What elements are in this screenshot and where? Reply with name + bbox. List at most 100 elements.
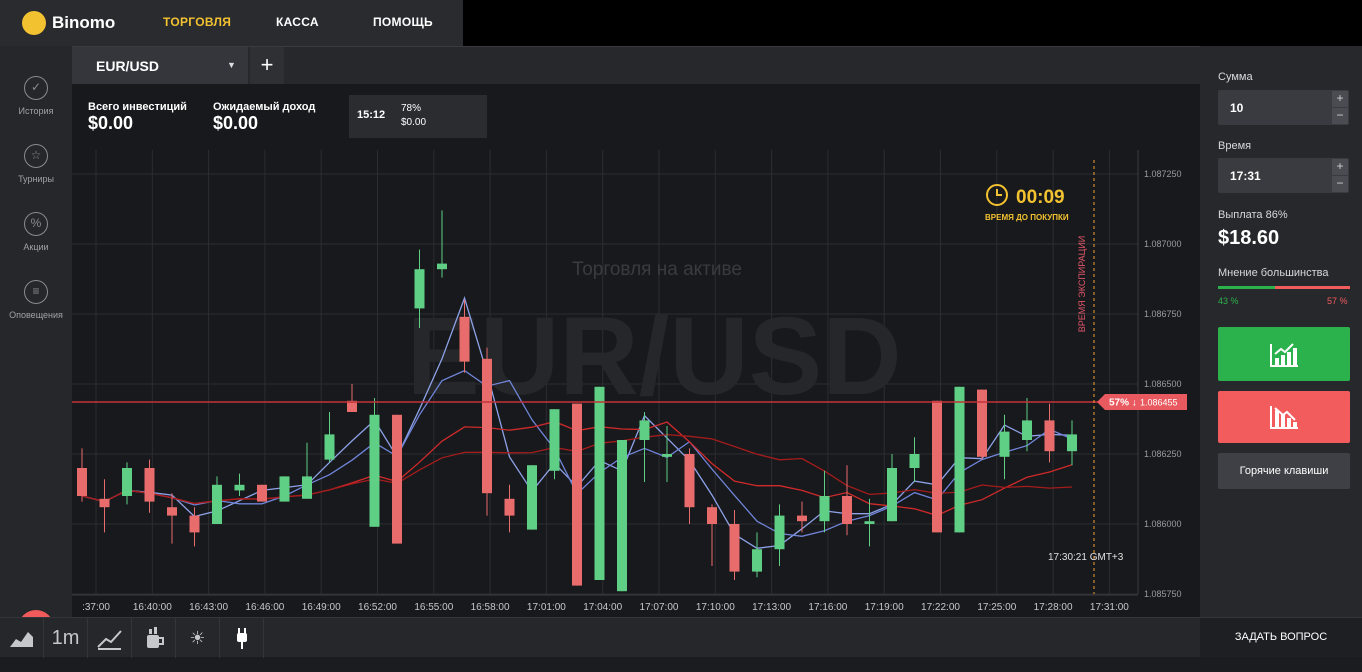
- majority-bar: [1218, 286, 1350, 289]
- x-tick-label: 16:49:00: [302, 602, 341, 613]
- total-invest-label: Всего инвестиций: [88, 101, 187, 113]
- candle-body: [617, 440, 627, 592]
- y-tick-label: 1.086500: [1144, 379, 1182, 389]
- asset-tabs: EUR/USD ▼ +: [72, 46, 1200, 84]
- down-button[interactable]: [1218, 391, 1350, 443]
- brand-name[interactable]: Binomo: [52, 13, 115, 33]
- top-bar-filler: [463, 0, 1362, 46]
- trade-panel: Сумма 10 + − Время 17:31 + − Выплата 86%…: [1200, 46, 1362, 617]
- deal-card[interactable]: 15:12 78% $0.00: [349, 95, 487, 138]
- sidebar-item-notifications[interactable]: ≡ Оповещения: [0, 280, 72, 320]
- payout-label: Выплата 86%: [1218, 209, 1288, 221]
- candle-body: [414, 269, 425, 309]
- drawing-tools-icon[interactable]: [132, 618, 176, 658]
- candle-body: [189, 515, 200, 533]
- nav-cashier[interactable]: КАССА: [276, 15, 319, 29]
- candle-body: [1044, 420, 1055, 452]
- y-tick-label: 1.087250: [1144, 169, 1182, 179]
- nav-help[interactable]: ПОМОЩЬ: [373, 15, 433, 29]
- x-tick-label: 17:28:00: [1034, 602, 1073, 613]
- x-tick-label: 16:46:00: [245, 602, 284, 613]
- candle-body: [977, 389, 987, 457]
- candle-body: [954, 386, 965, 533]
- candle-body: [774, 515, 785, 550]
- sidebar: ✓ История ☆ Турниры % Акции ≡ Оповещения: [0, 46, 72, 646]
- candle-body: [392, 414, 402, 544]
- x-tick-label: :37:00: [82, 602, 110, 613]
- candle-body: [1067, 434, 1077, 452]
- add-tab-button[interactable]: +: [250, 47, 284, 84]
- sidebar-item-promotions[interactable]: % Акции: [0, 212, 72, 252]
- candle-body: [999, 431, 1010, 457]
- price-tag-value: 1.086455: [1140, 398, 1178, 408]
- y-tick-label: 1.086750: [1144, 309, 1182, 319]
- amount-increase-button[interactable]: +: [1332, 91, 1348, 107]
- price-tag: 57% ↓ 1.086455: [1097, 394, 1187, 410]
- time-increase-button[interactable]: +: [1332, 159, 1348, 175]
- candle-body: [1022, 420, 1032, 440]
- sidebar-item-tournaments[interactable]: ☆ Турниры: [0, 144, 72, 184]
- hotkeys-button[interactable]: Горячие клавиши: [1218, 453, 1350, 489]
- theme-sun-icon[interactable]: ☀: [176, 618, 220, 658]
- candle-body: [572, 403, 582, 586]
- y-tick-label: 1.085750: [1144, 589, 1182, 599]
- chart-down-icon: [1270, 406, 1298, 429]
- amount-field[interactable]: 10 + −: [1218, 90, 1349, 125]
- chart-type-area-icon[interactable]: [0, 618, 44, 658]
- candle-body: [527, 465, 537, 530]
- chevron-down-icon[interactable]: ▼: [227, 60, 236, 70]
- up-button[interactable]: [1218, 327, 1350, 381]
- candle-body: [932, 400, 942, 533]
- binomo-logo-icon[interactable]: [22, 11, 46, 35]
- expiration-label: ВРЕМЯ ЭКСПИРАЦИИ: [1077, 236, 1087, 333]
- price-chart[interactable]: EUR/USD Торговля на активе 1.087250 1.087…: [72, 84, 1200, 617]
- x-tick-label: 16:58:00: [471, 602, 510, 613]
- y-tick-label: 1.086250: [1144, 449, 1182, 459]
- candle-body: [144, 468, 155, 502]
- candle-body: [369, 414, 380, 527]
- time-label: Время: [1218, 140, 1252, 152]
- tab-eurusd[interactable]: EUR/USD ▼: [72, 47, 248, 84]
- watermark-subtitle: Торговля на активе: [572, 259, 742, 280]
- deal-amount: $0.00: [401, 117, 427, 128]
- candle-body: [594, 386, 605, 580]
- candle-body: [437, 263, 447, 270]
- candle-body: [662, 454, 672, 457]
- price-tag-percent: 57% ↓: [1109, 398, 1137, 409]
- amount-decrease-button[interactable]: −: [1332, 108, 1348, 124]
- sidebar-item-label: Турниры: [18, 174, 54, 184]
- candle-body: [459, 316, 470, 362]
- candle-body: [482, 358, 492, 494]
- candle-body: [122, 468, 132, 496]
- time-field[interactable]: 17:31 + −: [1218, 158, 1349, 193]
- time-decrease-button[interactable]: −: [1332, 176, 1348, 192]
- ask-question-button[interactable]: ЗАДАТЬ ВОПРОС: [1200, 617, 1362, 657]
- candle-body: [752, 549, 762, 572]
- candle-body: [167, 507, 177, 516]
- majority-up: 43 %: [1218, 296, 1239, 306]
- interval-button[interactable]: 1m: [44, 618, 88, 658]
- candle-body: [324, 434, 335, 460]
- nav-trading[interactable]: ТОРГОВЛЯ: [163, 15, 231, 29]
- deal-percent: 78%: [401, 103, 422, 114]
- majority-up-fill: [1218, 286, 1275, 289]
- x-tick-label: 16:52:00: [358, 602, 397, 613]
- x-tick-label: 17:16:00: [808, 602, 847, 613]
- amount-value: 10: [1230, 101, 1244, 115]
- plug-icon[interactable]: [220, 618, 264, 658]
- expected-income-value: $0.00: [213, 113, 259, 133]
- candle-body: [819, 496, 830, 522]
- majority-label: Мнение большинства: [1218, 267, 1329, 279]
- x-tick-label: 17:07:00: [640, 602, 679, 613]
- sidebar-item-label: История: [18, 106, 54, 116]
- candle-body: [707, 507, 717, 524]
- x-tick-label: 17:13:00: [752, 602, 791, 613]
- x-tick-label: 16:55:00: [414, 602, 453, 613]
- x-tick-label: 17:31:00: [1090, 602, 1129, 613]
- sidebar-item-history[interactable]: ✓ История: [0, 76, 72, 116]
- candle-body: [639, 420, 650, 440]
- timer-value: 00:09: [1016, 187, 1065, 208]
- indicators-icon[interactable]: [88, 618, 132, 658]
- payout-value: $18.60: [1218, 227, 1280, 249]
- chart-area[interactable]: EUR/USD Торговля на активе 1.087250 1.087…: [72, 84, 1200, 617]
